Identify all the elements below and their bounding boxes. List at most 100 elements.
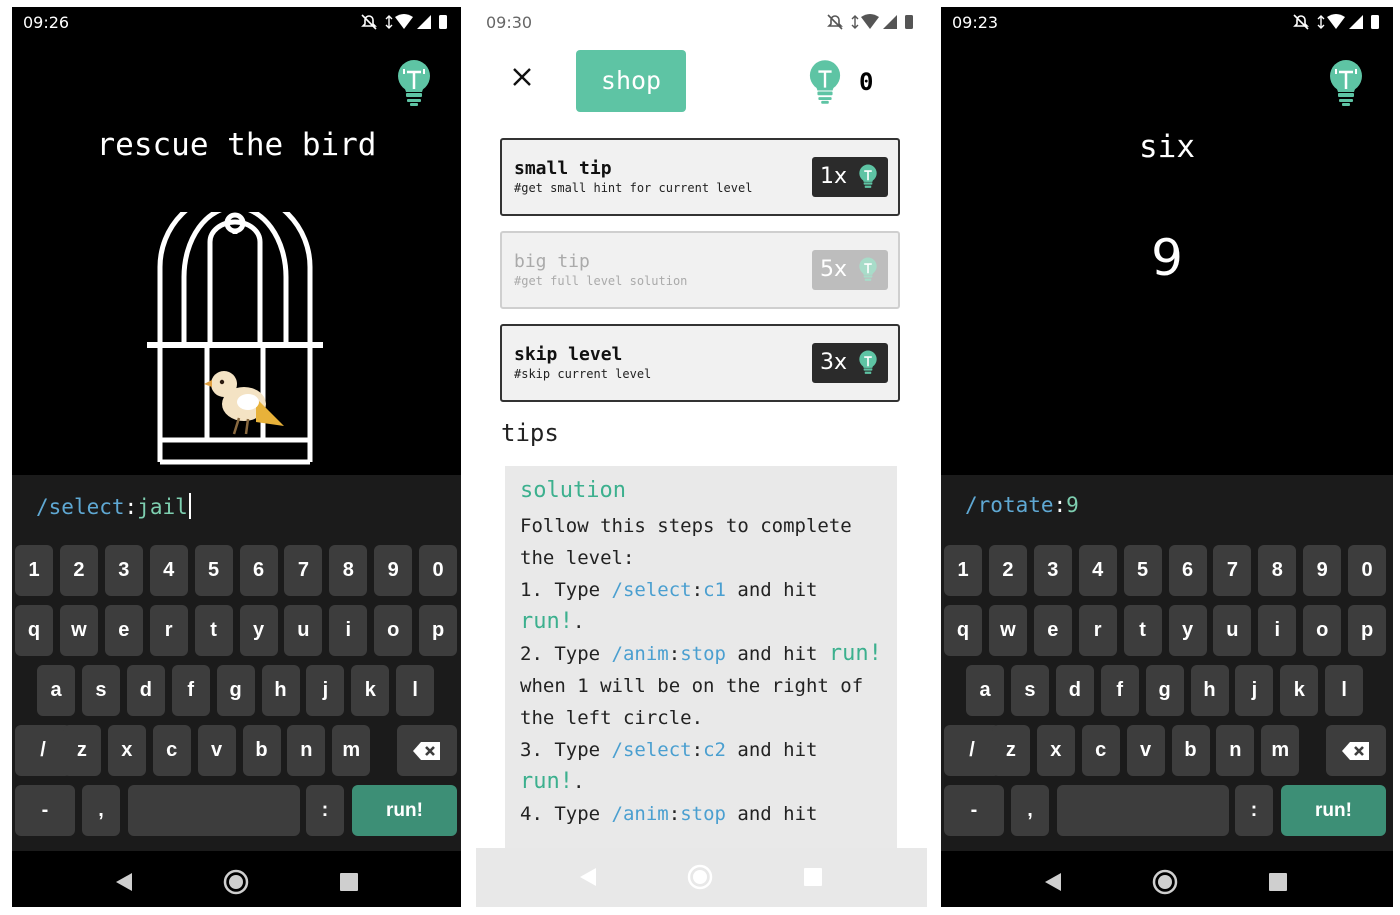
shop-item-small-tip[interactable]: small tip #get small hint for current le… bbox=[500, 138, 900, 216]
key-0[interactable]: 0 bbox=[1348, 545, 1387, 596]
key-c[interactable]: c bbox=[1081, 725, 1120, 776]
key-e[interactable]: e bbox=[1033, 605, 1072, 656]
key-8[interactable]: 8 bbox=[1258, 545, 1297, 596]
key-r[interactable]: r bbox=[1078, 605, 1117, 656]
key-6[interactable]: 6 bbox=[1168, 545, 1207, 596]
key-4[interactable]: 4 bbox=[1078, 545, 1117, 596]
key-7[interactable]: 7 bbox=[1213, 545, 1252, 596]
key-p[interactable]: p bbox=[1348, 605, 1387, 656]
command-input[interactable]: /rotate:9 bbox=[965, 493, 1079, 517]
lightbulb-icon[interactable] bbox=[396, 59, 432, 107]
key-colon[interactable]: : bbox=[1235, 785, 1273, 836]
nav-home-icon[interactable] bbox=[686, 863, 714, 891]
key-w[interactable]: w bbox=[988, 605, 1027, 656]
nav-home-icon[interactable] bbox=[222, 868, 250, 896]
backspace-key[interactable] bbox=[397, 725, 457, 776]
key-7[interactable]: 7 bbox=[284, 545, 323, 596]
key-z[interactable]: z bbox=[991, 725, 1030, 776]
key-x[interactable]: x bbox=[107, 725, 146, 776]
key-x[interactable]: x bbox=[1036, 725, 1075, 776]
item-cost[interactable]: 3x bbox=[812, 343, 888, 383]
key-z[interactable]: z bbox=[62, 725, 101, 776]
item-cost[interactable]: 1x bbox=[812, 157, 888, 197]
key-m[interactable]: m bbox=[332, 725, 371, 776]
key-9[interactable]: 9 bbox=[374, 545, 413, 596]
key-u[interactable]: u bbox=[1213, 605, 1252, 656]
key-b[interactable]: b bbox=[242, 725, 281, 776]
key-h[interactable]: h bbox=[261, 665, 300, 716]
item-cost[interactable]: 5x bbox=[812, 250, 888, 290]
key-n[interactable]: n bbox=[287, 725, 326, 776]
key-a[interactable]: a bbox=[966, 665, 1004, 716]
key-q[interactable]: q bbox=[944, 605, 982, 656]
key-o[interactable]: o bbox=[374, 605, 413, 656]
key-h[interactable]: h bbox=[1190, 665, 1229, 716]
nav-recents-icon[interactable] bbox=[339, 872, 359, 892]
key-t[interactable]: t bbox=[194, 605, 233, 656]
nav-back-icon[interactable] bbox=[578, 866, 598, 888]
key-v[interactable]: v bbox=[197, 725, 236, 776]
key-o[interactable]: o bbox=[1303, 605, 1342, 656]
key-dash[interactable]: - bbox=[15, 785, 75, 836]
key-5[interactable]: 5 bbox=[194, 545, 233, 596]
key-k[interactable]: k bbox=[351, 665, 390, 716]
key-c[interactable]: c bbox=[152, 725, 191, 776]
command-bar[interactable]: /rotate:9 bbox=[941, 475, 1393, 535]
key-colon[interactable]: : bbox=[306, 785, 344, 836]
key-w[interactable]: w bbox=[59, 605, 98, 656]
key-e[interactable]: e bbox=[104, 605, 143, 656]
key-s[interactable]: s bbox=[81, 665, 120, 716]
command-input[interactable]: /select:jail bbox=[36, 493, 191, 519]
key-b[interactable]: b bbox=[1171, 725, 1210, 776]
key-3[interactable]: 3 bbox=[104, 545, 143, 596]
key-y[interactable]: y bbox=[1168, 605, 1207, 656]
key-4[interactable]: 4 bbox=[149, 545, 188, 596]
key-a[interactable]: a bbox=[37, 665, 75, 716]
key-f[interactable]: f bbox=[171, 665, 210, 716]
nav-back-icon[interactable] bbox=[1043, 871, 1063, 893]
space-key[interactable] bbox=[1057, 785, 1229, 836]
nav-recents-icon[interactable] bbox=[1268, 872, 1288, 892]
shop-item-skip-level[interactable]: skip level #skip current level 3x bbox=[500, 324, 900, 402]
key-i[interactable]: i bbox=[329, 605, 368, 656]
key-6[interactable]: 6 bbox=[239, 545, 278, 596]
key-9[interactable]: 9 bbox=[1303, 545, 1342, 596]
lightbulb-icon[interactable] bbox=[1328, 59, 1364, 107]
solution-panel[interactable]: solution Follow this steps to complete t… bbox=[505, 466, 897, 851]
key-l[interactable]: l bbox=[396, 665, 435, 716]
key-m[interactable]: m bbox=[1261, 725, 1300, 776]
run-button[interactable]: run! bbox=[352, 785, 457, 836]
key-dash[interactable]: - bbox=[944, 785, 1004, 836]
key-0[interactable]: 0 bbox=[419, 545, 458, 596]
key-j[interactable]: j bbox=[1235, 665, 1274, 716]
space-key[interactable] bbox=[128, 785, 300, 836]
key-g[interactable]: g bbox=[216, 665, 255, 716]
key-t[interactable]: t bbox=[1123, 605, 1162, 656]
key-u[interactable]: u bbox=[284, 605, 323, 656]
key-8[interactable]: 8 bbox=[329, 545, 368, 596]
key-k[interactable]: k bbox=[1280, 665, 1319, 716]
command-bar[interactable]: /select:jail bbox=[12, 475, 461, 535]
key-3[interactable]: 3 bbox=[1033, 545, 1072, 596]
key-s[interactable]: s bbox=[1010, 665, 1049, 716]
key-v[interactable]: v bbox=[1126, 725, 1165, 776]
key-d[interactable]: d bbox=[1055, 665, 1094, 716]
key-comma[interactable]: , bbox=[1011, 785, 1049, 836]
key-j[interactable]: j bbox=[306, 665, 345, 716]
key-f[interactable]: f bbox=[1100, 665, 1139, 716]
key-1[interactable]: 1 bbox=[944, 545, 982, 596]
key-1[interactable]: 1 bbox=[15, 545, 53, 596]
run-button[interactable]: run! bbox=[1281, 785, 1386, 836]
key-g[interactable]: g bbox=[1145, 665, 1184, 716]
key-2[interactable]: 2 bbox=[59, 545, 98, 596]
key-p[interactable]: p bbox=[419, 605, 458, 656]
backspace-key[interactable] bbox=[1326, 725, 1386, 776]
key-5[interactable]: 5 bbox=[1123, 545, 1162, 596]
shop-button[interactable]: shop bbox=[576, 50, 686, 112]
key-y[interactable]: y bbox=[239, 605, 278, 656]
nav-back-icon[interactable] bbox=[114, 871, 134, 893]
key-i[interactable]: i bbox=[1258, 605, 1297, 656]
nav-home-icon[interactable] bbox=[1151, 868, 1179, 896]
key-d[interactable]: d bbox=[126, 665, 165, 716]
key-r[interactable]: r bbox=[149, 605, 188, 656]
